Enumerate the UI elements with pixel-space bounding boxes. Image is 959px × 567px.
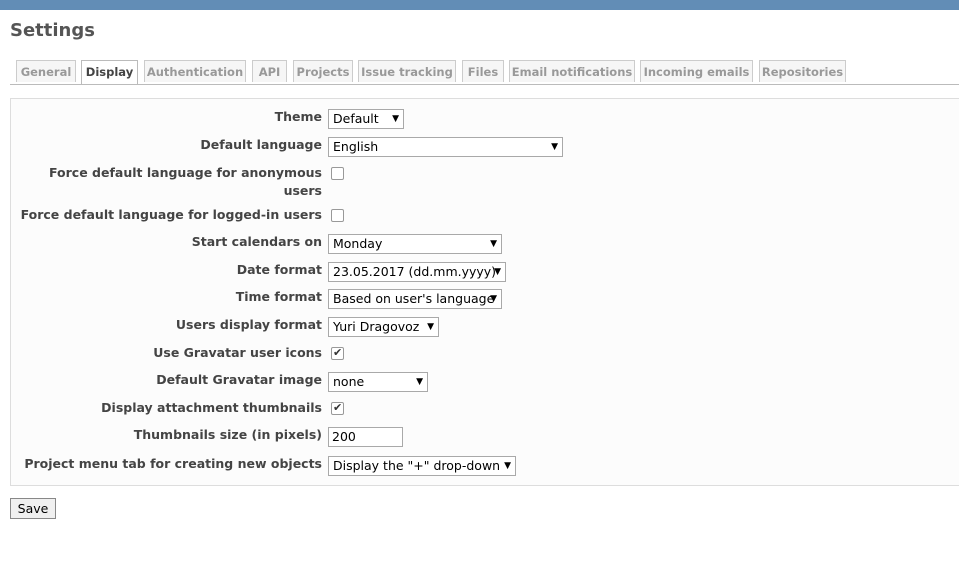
- force-anonymous-checkbox[interactable]: [331, 167, 344, 180]
- top-header-bar: [0, 0, 959, 10]
- default-gravatar-label: Default Gravatar image: [156, 372, 322, 387]
- check-mark-icon: ✔: [333, 401, 343, 414]
- save-button[interactable]: Save: [10, 498, 56, 519]
- chevron-down-icon: ▼: [427, 322, 434, 332]
- theme-label: Theme: [274, 109, 322, 124]
- users-display-format-select-value: Yuri Dragovoz: [333, 319, 420, 334]
- default-language-select-value: English: [333, 139, 379, 154]
- tab-email-notifications[interactable]: Email notifications: [509, 60, 635, 82]
- time-format-select-value: Based on user's language: [333, 291, 495, 306]
- force-logged-in-label: Force default language for logged-in use…: [20, 207, 322, 222]
- project-menu-tab-select-value: Display the "+" drop-down: [333, 458, 501, 473]
- settings-tabs: General Display Authentication API Proje…: [10, 60, 959, 85]
- project-menu-tab-select[interactable]: Display the "+" drop-down ▼: [328, 456, 516, 476]
- default-gravatar-select-value: none: [333, 374, 365, 389]
- tab-repositories[interactable]: Repositories: [759, 60, 846, 82]
- tab-issue-tracking[interactable]: Issue tracking: [358, 60, 456, 82]
- default-language-label: Default language: [200, 137, 322, 152]
- date-format-select[interactable]: 23.05.2017 (dd.mm.yyyy) ▼: [328, 262, 506, 282]
- theme-select-value: Default: [333, 111, 379, 126]
- tab-incoming-emails[interactable]: Incoming emails: [640, 60, 753, 82]
- chevron-down-icon: ▼: [416, 377, 423, 387]
- time-format-select[interactable]: Based on user's language ▼: [328, 289, 502, 309]
- tab-api[interactable]: API: [252, 60, 287, 82]
- chevron-down-icon: ▼: [551, 142, 558, 152]
- tab-authentication[interactable]: Authentication: [144, 60, 246, 82]
- theme-select[interactable]: Default ▼: [328, 109, 404, 129]
- chevron-down-icon: ▼: [490, 239, 497, 249]
- project-menu-tab-label: Project menu tab for creating new object…: [24, 456, 322, 471]
- attachment-thumbnails-checkbox[interactable]: ✔: [331, 401, 344, 415]
- date-format-label: Date format: [236, 262, 322, 277]
- start-calendars-select[interactable]: Monday ▼: [328, 234, 502, 254]
- start-calendars-select-value: Monday: [333, 236, 383, 251]
- time-format-label: Time format: [235, 289, 322, 304]
- gravatar-icons-checkbox[interactable]: ✔: [331, 346, 344, 360]
- users-display-format-select[interactable]: Yuri Dragovoz ▼: [328, 317, 439, 337]
- date-format-select-value: 23.05.2017 (dd.mm.yyyy): [333, 264, 497, 279]
- tab-display[interactable]: Display: [81, 60, 138, 84]
- tab-files[interactable]: Files: [462, 60, 504, 82]
- thumbnails-size-input[interactable]: 200: [328, 427, 403, 447]
- chevron-down-icon: ▼: [392, 114, 399, 124]
- tab-projects[interactable]: Projects: [293, 60, 353, 82]
- chevron-down-icon: ▼: [490, 294, 497, 304]
- tab-general[interactable]: General: [16, 60, 76, 82]
- chevron-down-icon: ▼: [494, 267, 501, 277]
- attachment-thumbnails-label: Display attachment thumbnails: [101, 400, 322, 415]
- page-title: Settings: [10, 20, 95, 41]
- start-calendars-label: Start calendars on: [191, 234, 322, 249]
- users-display-format-label: Users display format: [175, 317, 322, 332]
- gravatar-icons-label: Use Gravatar user icons: [153, 345, 322, 360]
- force-anonymous-label: Force default language for anonymous use…: [49, 165, 322, 198]
- chevron-down-icon: ▼: [504, 461, 511, 471]
- default-language-select[interactable]: English ▼: [328, 137, 563, 157]
- force-logged-in-checkbox[interactable]: [331, 209, 344, 222]
- display-settings-box: Theme Default ▼ Default language English…: [10, 98, 959, 486]
- check-mark-icon: ✔: [333, 346, 343, 359]
- default-gravatar-select[interactable]: none ▼: [328, 372, 428, 392]
- thumbnails-size-label: Thumbnails size (in pixels): [133, 427, 322, 442]
